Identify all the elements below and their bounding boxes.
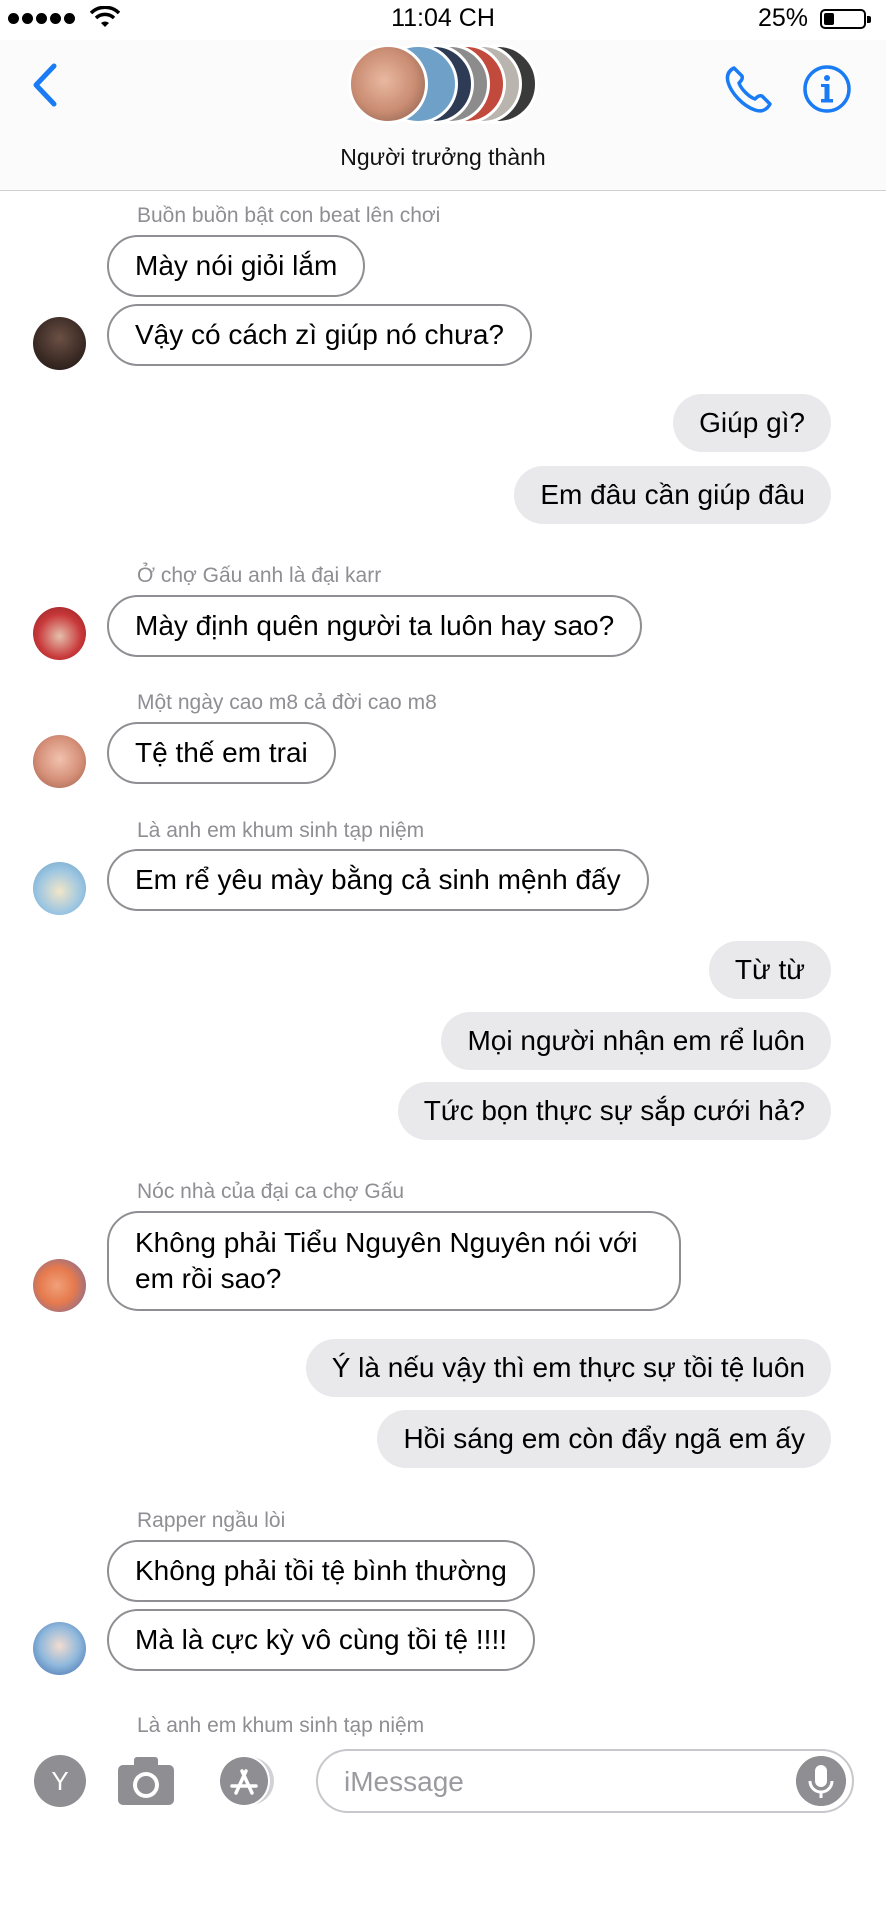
sender-name: Rapper ngầu lòi [137,1509,286,1532]
message-text-field[interactable] [342,1761,766,1803]
app-store-icon[interactable] [212,1753,282,1809]
message-bubble-incoming[interactable]: Mày nói giỏi lắm [107,235,366,297]
back-chevron-icon[interactable] [26,60,66,110]
avatar[interactable] [33,862,86,915]
status-bar: 11:04 CH 25% [0,0,886,40]
sender-name: Một ngày cao m8 cả đời cao m8 [137,691,437,714]
avatar [348,44,428,124]
message-bubble-outgoing[interactable]: Em đâu cần giúp đâu [514,466,831,524]
message-bubble-incoming[interactable]: Tệ thế em trai [107,722,336,784]
message-bubble-outgoing[interactable]: Mọi người nhận em rể luôn [441,1012,831,1070]
sender-name: Nóc nhà của đại ca chợ Gấu [137,1180,405,1203]
message-bubble-incoming[interactable]: Em rể yêu mày bằng cả sinh mệnh đấy [107,849,649,911]
avatar[interactable] [33,1259,86,1312]
compose-bar: Y [0,1737,886,1821]
sender-name: Ở chợ Gấu anh là đại karr [137,564,382,587]
message-bubble-incoming[interactable]: Mày định quên người ta luôn hay sao? [107,595,643,657]
message-bubble-incoming[interactable]: Không phải Tiểu Nguyên Nguyên nói với em… [107,1211,681,1311]
avatar[interactable] [33,735,86,788]
avatar[interactable] [33,317,86,370]
message-bubble-outgoing[interactable]: Từ từ [708,941,831,999]
message-bubble-incoming[interactable]: Mà là cực kỳ vô cùng tồi tệ !!!! [107,1609,535,1671]
status-time: 11:04 CH [391,4,495,32]
avatar[interactable] [33,607,86,660]
message-list[interactable]: Buồn buồn bật con beat lên chơi Mày nói … [0,191,886,1737]
message-bubble-outgoing[interactable]: Hồi sáng em còn đẩy ngã em ấy [377,1410,831,1468]
message-bubble-outgoing[interactable]: Giúp gì? [673,394,831,452]
message-bubble-outgoing[interactable]: Ý là nếu vậy thì em thực sự tồi tệ luôn [305,1339,831,1397]
battery-percentage: 25% [757,4,808,32]
message-bubble-outgoing[interactable]: Tức bọn thực sự sắp cưới hả? [397,1082,831,1140]
conversation-header: Người trưởng thành [0,40,886,191]
microphone-icon[interactable] [796,1756,846,1806]
message-bubble-incoming[interactable]: Vậy có cách zì giúp nó chưa? [107,304,532,366]
y-app-button[interactable]: Y [34,1755,86,1807]
info-icon[interactable] [802,64,852,114]
avatar[interactable] [33,1622,86,1675]
sender-name: Là anh em khum sinh tạp niệm [137,819,425,842]
sender-name: Buồn buồn bật con beat lên chơi [137,204,441,227]
phone-icon[interactable] [720,62,776,118]
group-avatar-stack[interactable] [348,40,538,130]
sender-name: Là anh em khum sinh tạp niệm [137,1714,425,1737]
message-bubble-incoming[interactable]: Không phải tồi tệ bình thường [107,1540,535,1602]
camera-icon[interactable] [116,1753,176,1807]
imessage-input[interactable] [316,1749,854,1813]
group-name[interactable]: Người trưởng thành [0,144,886,171]
battery-icon [820,9,871,29]
